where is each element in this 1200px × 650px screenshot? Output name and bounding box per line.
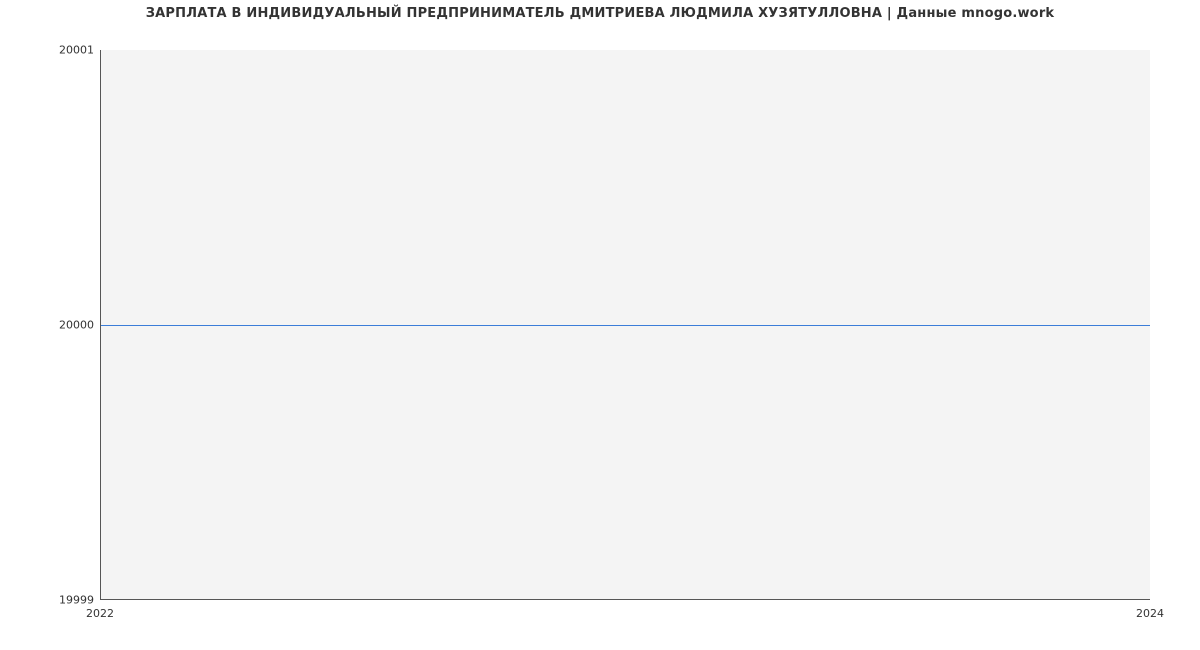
series-line (101, 325, 1150, 326)
plot-area (100, 50, 1150, 600)
x-tick-label: 2024 (1136, 607, 1164, 620)
y-tick-label: 19999 (4, 594, 94, 607)
y-tick-label: 20000 (4, 319, 94, 332)
x-tick-label: 2022 (86, 607, 114, 620)
salary-line-chart: ЗАРПЛАТА В ИНДИВИДУАЛЬНЫЙ ПРЕДПРИНИМАТЕЛ… (0, 0, 1200, 650)
y-tick-label: 20001 (4, 44, 94, 57)
chart-title: ЗАРПЛАТА В ИНДИВИДУАЛЬНЫЙ ПРЕДПРИНИМАТЕЛ… (0, 6, 1200, 21)
